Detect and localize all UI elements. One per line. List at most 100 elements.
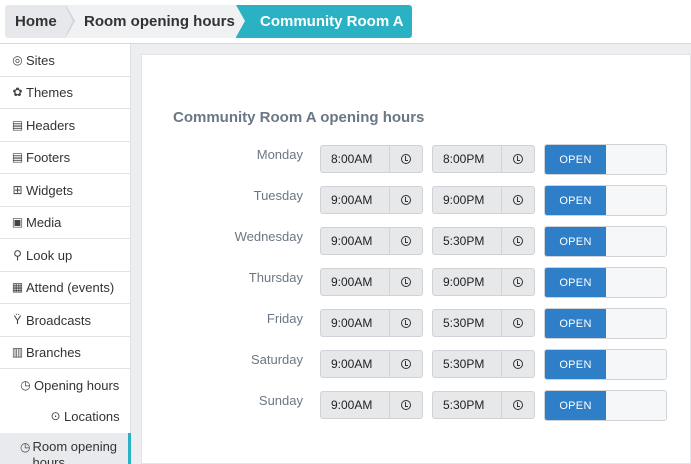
toggle-off-side[interactable] <box>606 227 666 256</box>
breadcrumb-room-opening-hours[interactable]: Room opening hours <box>66 5 241 38</box>
toggle-on-label: OPEN <box>545 145 606 174</box>
close-time-input-saturday[interactable]: 5:30PM <box>432 350 535 378</box>
open-toggle-sunday[interactable]: OPEN <box>544 390 667 421</box>
day-label-monday: Monday <box>256 147 303 162</box>
sidebar-item-label: Themes <box>26 84 73 100</box>
open-time-input-friday[interactable]: 9:00AM <box>320 309 423 337</box>
day-label-wednesday: Wednesday <box>234 229 303 244</box>
sidebar-item-widgets[interactable]: ⊞ Widgets <box>0 174 131 207</box>
clock-glyph <box>401 400 411 410</box>
sidebar-item-media[interactable]: ▣ Media <box>0 206 131 239</box>
clock-icon: ◷ <box>20 440 31 454</box>
breadcrumb: Home Room opening hours Community Room A <box>0 0 691 44</box>
day-label-thursday: Thursday <box>248 270 303 285</box>
sidebar-item-sites[interactable]: ◎ Sites <box>0 44 131 77</box>
sidebar-item-footers[interactable]: ▤ Footers <box>0 141 131 174</box>
open-toggle-tuesday[interactable]: OPEN <box>544 185 667 216</box>
clock-icon[interactable] <box>501 146 534 172</box>
clock-icon[interactable] <box>389 187 422 213</box>
sidebar-item-label: Sites <box>26 52 55 68</box>
clock-glyph <box>513 195 523 205</box>
open-toggle-thursday[interactable]: OPEN <box>544 267 667 298</box>
toggle-off-side[interactable] <box>606 268 666 297</box>
day-label-sunday: Sunday <box>258 393 303 408</box>
open-time-input-monday[interactable]: 8:00AM <box>320 145 423 173</box>
clock-icon[interactable] <box>389 392 422 418</box>
clock-icon: ◷ <box>20 378 31 392</box>
search-icon: ⚲ <box>13 247 22 262</box>
toggle-on-label: OPEN <box>545 309 606 338</box>
sidebar-item-opening-hours[interactable]: ◷ Opening hours <box>0 369 131 402</box>
clock-glyph <box>401 359 411 369</box>
day-label-friday: Friday <box>266 311 303 326</box>
clock-glyph <box>513 277 523 287</box>
sidebar-item-label: Opening hours <box>34 378 120 393</box>
open-time-input-saturday[interactable]: 9:00AM <box>320 350 423 378</box>
close-time-input-friday[interactable]: 5:30PM <box>432 309 535 337</box>
sidebar-item-themes[interactable]: ✿ Themes <box>0 76 131 109</box>
clock-glyph <box>513 236 523 246</box>
clock-icon[interactable] <box>501 392 534 418</box>
open-toggle-wednesday[interactable]: OPEN <box>544 226 667 257</box>
clock-glyph <box>513 154 523 164</box>
clock-icon[interactable] <box>501 310 534 336</box>
day-label-tuesday: Tuesday <box>253 188 303 203</box>
open-time-input-sunday[interactable]: 9:00AM <box>320 391 423 419</box>
clock-icon[interactable] <box>389 146 422 172</box>
close-time-input-sunday[interactable]: 5:30PM <box>432 391 535 419</box>
toggle-off-side[interactable] <box>606 186 666 215</box>
open-time-input-tuesday[interactable]: 9:00AM <box>320 186 423 214</box>
clock-glyph <box>513 359 523 369</box>
toggle-off-side[interactable] <box>606 145 666 174</box>
open-time-input-thursday[interactable]: 9:00AM <box>320 268 423 296</box>
open-time-value: 9:00AM <box>331 357 373 371</box>
close-time-input-thursday[interactable]: 9:00PM <box>432 268 535 296</box>
toggle-off-side[interactable] <box>606 350 666 379</box>
widgets-icon: ⊞ <box>12 182 23 197</box>
palette-icon: ✿ <box>12 84 23 99</box>
clock-icon[interactable] <box>501 269 534 295</box>
clock-icon[interactable] <box>389 351 422 377</box>
toggle-off-side[interactable] <box>606 309 666 338</box>
sidebar-item-attend-events[interactable]: ▦ Attend (events) <box>0 271 131 304</box>
open-time-input-wednesday[interactable]: 9:00AM <box>320 227 423 255</box>
clock-icon[interactable] <box>501 351 534 377</box>
open-toggle-monday[interactable]: OPEN <box>544 144 667 175</box>
sidebar-item-look-up[interactable]: ⚲ Look up <box>0 239 131 272</box>
toggle-off-side[interactable] <box>606 391 666 420</box>
open-time-value: 9:00AM <box>331 193 373 207</box>
open-time-value: 9:00AM <box>331 316 373 330</box>
open-toggle-friday[interactable]: OPEN <box>544 308 667 339</box>
open-toggle-saturday[interactable]: OPEN <box>544 349 667 380</box>
sidebar-item-branches[interactable]: ▥ Branches <box>0 336 131 369</box>
sidebar-item-locations[interactable]: ⊙ Locations <box>0 400 131 433</box>
sidebar-item-headers[interactable]: ▤ Headers <box>0 109 131 142</box>
globe-icon: ◎ <box>12 52 23 67</box>
close-time-input-monday[interactable]: 8:00PM <box>432 145 535 173</box>
sidebar-item-label: Headers <box>26 117 76 133</box>
header-icon: ▤ <box>11 117 24 132</box>
close-time-value: 8:00PM <box>443 152 485 166</box>
sidebar-item-label: Attend (events) <box>26 279 115 295</box>
close-time-input-wednesday[interactable]: 5:30PM <box>432 227 535 255</box>
clock-icon[interactable] <box>501 228 534 254</box>
close-time-input-tuesday[interactable]: 9:00PM <box>432 186 535 214</box>
clock-icon[interactable] <box>389 269 422 295</box>
clock-icon[interactable] <box>389 310 422 336</box>
sidebar-item-label: Footers <box>26 149 71 165</box>
breadcrumb-home[interactable]: Home <box>5 5 71 38</box>
clock-glyph <box>401 236 411 246</box>
toggle-on-label: OPEN <box>545 186 606 215</box>
breadcrumb-home-label: Home <box>15 13 57 30</box>
sidebar-item-room-opening-hours[interactable]: ◷ Room opening hours <box>0 433 131 464</box>
map-marker-icon: ⊙ <box>50 409 61 423</box>
clock-glyph <box>401 277 411 287</box>
clock-glyph <box>401 195 411 205</box>
clock-icon[interactable] <box>501 187 534 213</box>
clock-icon[interactable] <box>389 228 422 254</box>
open-time-value: 9:00AM <box>331 234 373 248</box>
breadcrumb-current-label: Community Room A <box>260 13 404 30</box>
toggle-on-label: OPEN <box>545 268 606 297</box>
day-label-saturday: Saturday <box>250 352 303 367</box>
sidebar-item-broadcasts[interactable]: Ϋ Broadcasts <box>0 304 131 337</box>
